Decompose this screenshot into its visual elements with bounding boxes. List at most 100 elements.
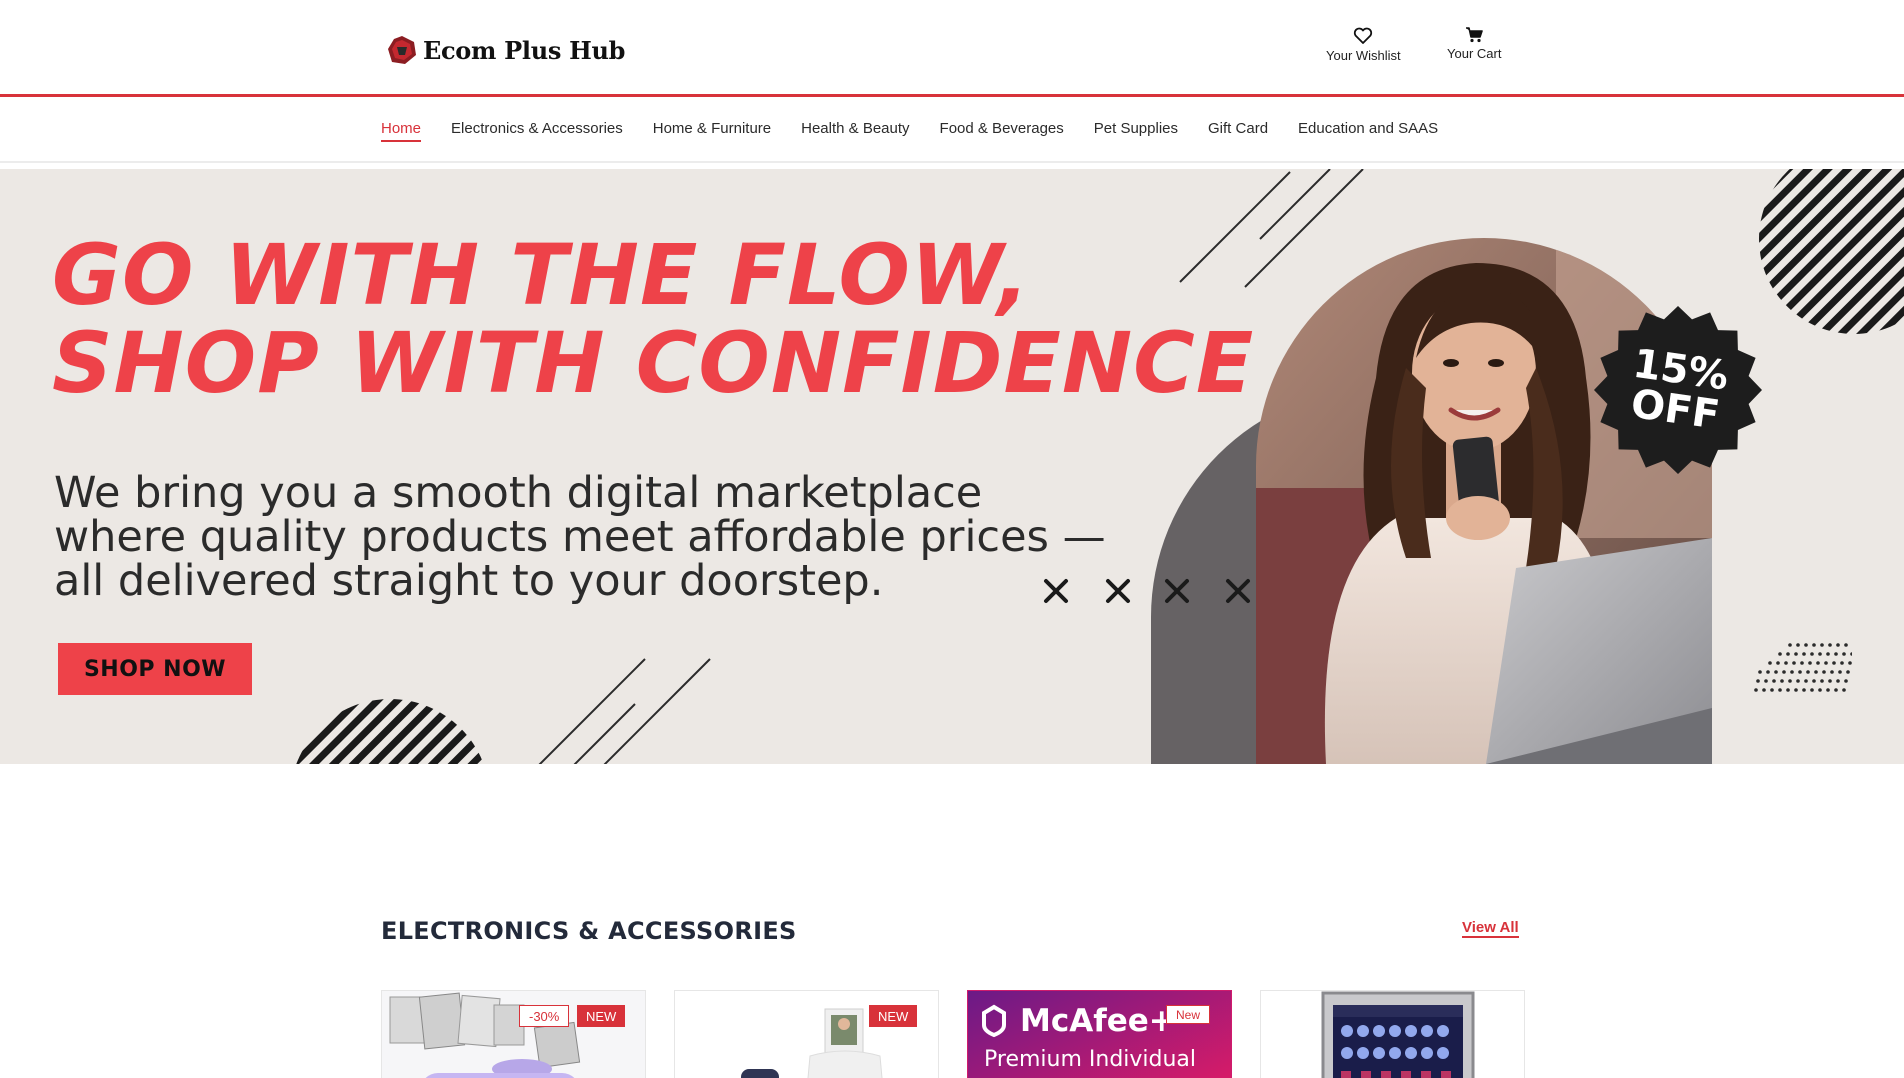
dot: [1816, 661, 1820, 665]
logo-text: Ecom Plus Hub: [423, 35, 626, 65]
nav-item-education-saas[interactable]: Education and SAAS: [1298, 120, 1438, 142]
logo-icon: [385, 33, 419, 67]
dot: [1772, 679, 1776, 683]
x-marks-decoration: [1044, 579, 1250, 603]
heart-icon: [1353, 27, 1373, 45]
dot: [1810, 652, 1814, 656]
dot: [1836, 643, 1840, 647]
product-card[interactable]: -30% NEW: [381, 990, 646, 1078]
dot: [1788, 643, 1792, 647]
dot: [1846, 670, 1850, 674]
dot: [1796, 679, 1800, 683]
product-card[interactable]: [1260, 990, 1525, 1078]
hero-subtitle-line: all delivered straight to your doorstep.: [54, 556, 884, 606]
view-all-link[interactable]: View All: [1462, 919, 1519, 938]
dot: [1794, 652, 1798, 656]
dot: [1792, 661, 1796, 665]
dot: [1842, 652, 1846, 656]
dot: [1810, 688, 1814, 692]
dot: [1782, 670, 1786, 674]
dot: [1766, 670, 1770, 674]
dot: [1788, 679, 1792, 683]
dot: [1826, 688, 1830, 692]
dot: [1842, 688, 1846, 692]
section-title: ELECTRONICS & ACCESSORIES: [381, 917, 797, 945]
cart-button[interactable]: Your Cart: [1447, 27, 1501, 61]
dot: [1780, 679, 1784, 683]
dot: [1754, 688, 1758, 692]
dot: [1850, 652, 1852, 656]
dot: [1828, 679, 1832, 683]
dot: [1794, 688, 1798, 692]
dot: [1798, 670, 1802, 674]
dot: [1784, 661, 1788, 665]
dot: [1802, 688, 1806, 692]
dot: [1774, 670, 1778, 674]
cart-icon: [1465, 27, 1484, 43]
badge-off: OFF: [1628, 380, 1723, 439]
dot: [1786, 688, 1790, 692]
dot: [1822, 670, 1826, 674]
main-nav: Home Electronics & Accessories Home & Fu…: [0, 100, 1904, 163]
new-tag: NEW: [869, 1005, 918, 1027]
hero-title: GO WITH THE FLOW, SHOP WITH CONFIDENCE: [52, 231, 1254, 407]
dot: [1778, 688, 1782, 692]
nav-item-gift-card[interactable]: Gift Card: [1208, 120, 1268, 142]
dot: [1804, 679, 1808, 683]
nav-item-home-furniture[interactable]: Home & Furniture: [653, 120, 771, 142]
hero-subtitle: We bring you a smooth digital marketplac…: [54, 471, 1154, 603]
hero-title-line: GO WITH THE FLOW,: [52, 226, 1031, 324]
dot: [1790, 670, 1794, 674]
dot: [1814, 670, 1818, 674]
nav-item-home[interactable]: Home: [381, 120, 422, 142]
dot: [1848, 661, 1852, 665]
mcafee-plan-text: Premium Individual: [984, 1047, 1197, 1072]
dot: [1830, 670, 1834, 674]
dot: [1818, 688, 1822, 692]
striped-half-circle-decoration: [290, 699, 490, 764]
dot: [1834, 652, 1838, 656]
hero-banner[interactable]: GO WITH THE FLOW, SHOP WITH CONFIDENCE W…: [0, 169, 1904, 764]
dot: [1812, 679, 1816, 683]
nav-item-health-beauty[interactable]: Health & Beauty: [801, 120, 909, 142]
new-tag: NEW: [577, 1005, 626, 1027]
logo[interactable]: Ecom Plus Hub: [385, 33, 625, 67]
new-tag: New: [1166, 1005, 1211, 1024]
hero-subtitle-line: where quality products meet affordable p…: [54, 512, 1106, 562]
nav-item-food-beverages[interactable]: Food & Beverages: [940, 120, 1064, 142]
dot: [1828, 643, 1832, 647]
dot: [1796, 643, 1800, 647]
dot: [1832, 661, 1836, 665]
product-card[interactable]: McAfee+ Premium Individual New: [967, 990, 1232, 1078]
dot: [1778, 652, 1782, 656]
dot: [1818, 652, 1822, 656]
dot: [1844, 679, 1848, 683]
dot: [1808, 661, 1812, 665]
nav-item-pet-supplies[interactable]: Pet Supplies: [1094, 120, 1178, 142]
product-image: [1261, 991, 1524, 1078]
dot: [1820, 679, 1824, 683]
dot: [1826, 652, 1830, 656]
dot: [1838, 670, 1842, 674]
dot: [1770, 688, 1774, 692]
dot: [1758, 670, 1762, 674]
product-card[interactable]: NEW: [674, 990, 939, 1078]
dot: [1824, 661, 1828, 665]
cart-label: Your Cart: [1447, 46, 1502, 61]
dot: [1802, 652, 1806, 656]
dot: [1820, 643, 1824, 647]
nav-item-electronics[interactable]: Electronics & Accessories: [451, 120, 623, 142]
dot: [1844, 643, 1848, 647]
site-header: Ecom Plus Hub Your Wishlist Your Cart: [0, 0, 1904, 97]
hero-title-line: SHOP WITH CONFIDENCE: [52, 314, 1255, 412]
dot: [1806, 670, 1810, 674]
dot: [1800, 661, 1804, 665]
wishlist-button[interactable]: Your Wishlist: [1326, 27, 1401, 63]
dot: [1762, 688, 1766, 692]
dot: [1804, 643, 1808, 647]
dot: [1836, 679, 1840, 683]
dot-grid-decoration: [1754, 643, 1852, 692]
shop-now-button[interactable]: SHOP NOW: [58, 643, 252, 695]
hero-subtitle-line: We bring you a smooth digital marketplac…: [54, 468, 983, 518]
dot: [1840, 661, 1844, 665]
